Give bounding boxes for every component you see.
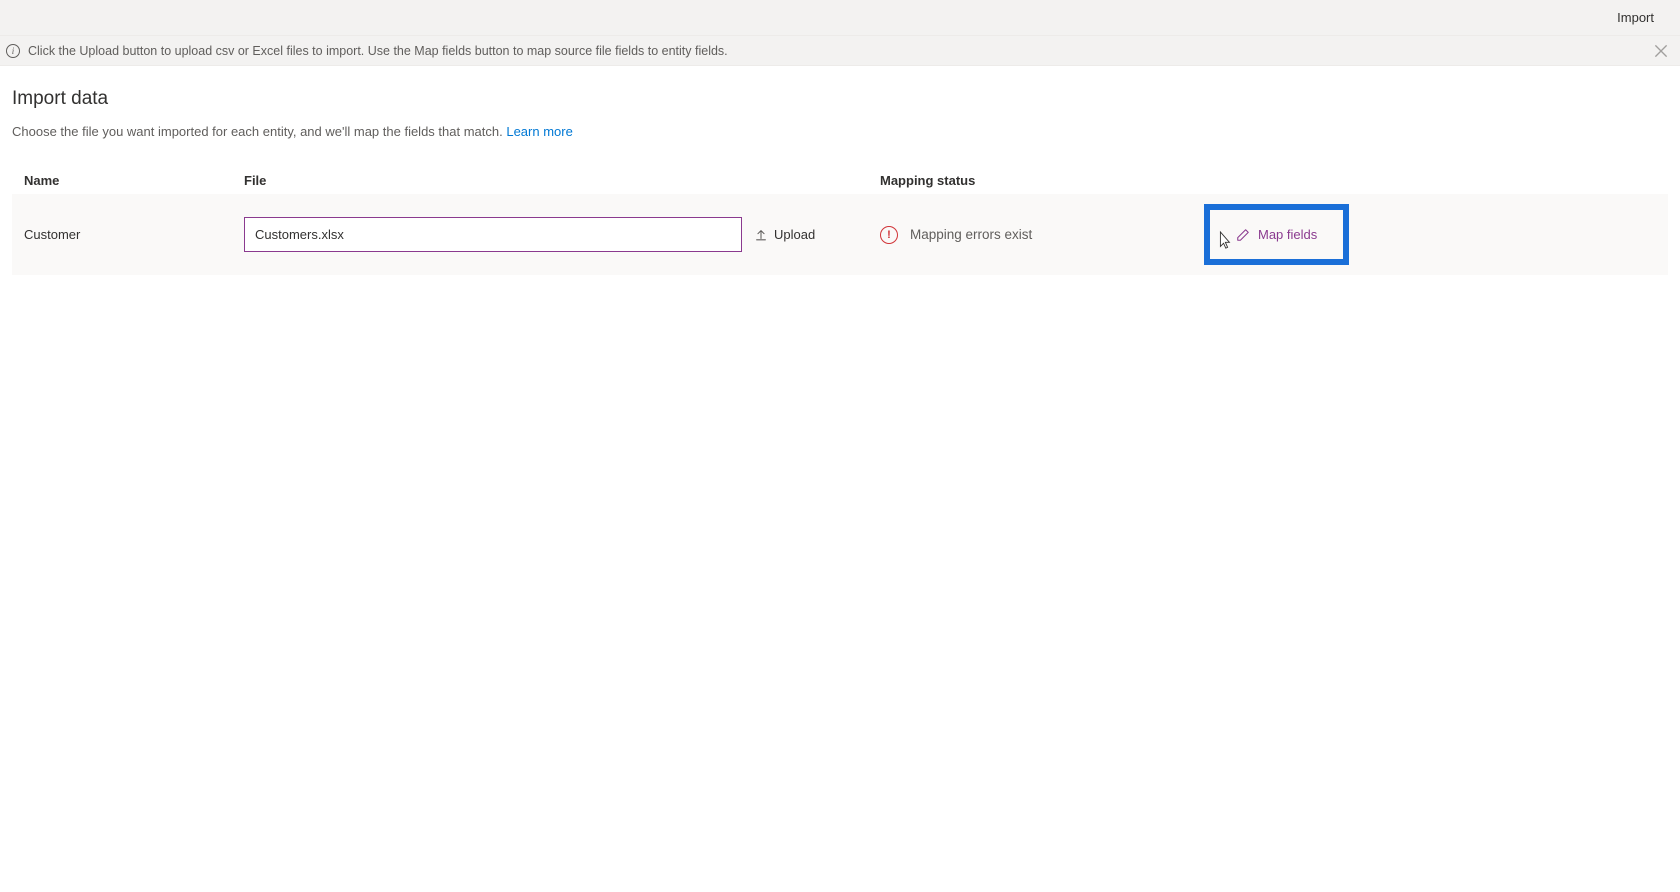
upload-label: Upload	[774, 227, 815, 242]
edit-icon	[1236, 228, 1250, 242]
mapping-status: ! Mapping errors exist	[880, 226, 1032, 244]
mapping-status-text: Mapping errors exist	[910, 227, 1032, 242]
close-icon[interactable]	[1652, 42, 1670, 60]
column-header-status: Mapping status	[874, 173, 1204, 188]
column-header-file: File	[244, 173, 874, 188]
page-description: Choose the file you want imported for ea…	[12, 124, 1668, 139]
x-icon	[1652, 42, 1670, 60]
grid-header: Name File Mapping status	[12, 173, 1668, 194]
info-bar: i Click the Upload button to upload csv …	[0, 36, 1680, 66]
info-message: Click the Upload button to upload csv or…	[28, 44, 728, 58]
column-header-action	[1204, 173, 1464, 188]
import-grid: Name File Mapping status Customer Upload	[12, 173, 1668, 275]
file-input[interactable]	[244, 217, 742, 252]
map-fields-button[interactable]: Map fields	[1204, 204, 1349, 265]
page-title: Import data	[12, 88, 1668, 110]
page-description-text: Choose the file you want imported for ea…	[12, 124, 506, 139]
grid-row: Customer Upload ! Mapping errors exist	[12, 194, 1668, 275]
entity-name: Customer	[24, 227, 80, 242]
command-bar: Import	[0, 0, 1680, 36]
main-content: Import data Choose the file you want imp…	[0, 66, 1680, 275]
column-header-name: Name	[24, 173, 244, 188]
map-fields-label: Map fields	[1258, 227, 1317, 242]
upload-icon	[754, 228, 768, 242]
info-icon: i	[6, 44, 20, 58]
upload-button[interactable]: Upload	[754, 227, 815, 242]
error-icon: !	[880, 226, 898, 244]
import-command[interactable]: Import	[1609, 6, 1662, 29]
learn-more-link[interactable]: Learn more	[506, 124, 572, 139]
